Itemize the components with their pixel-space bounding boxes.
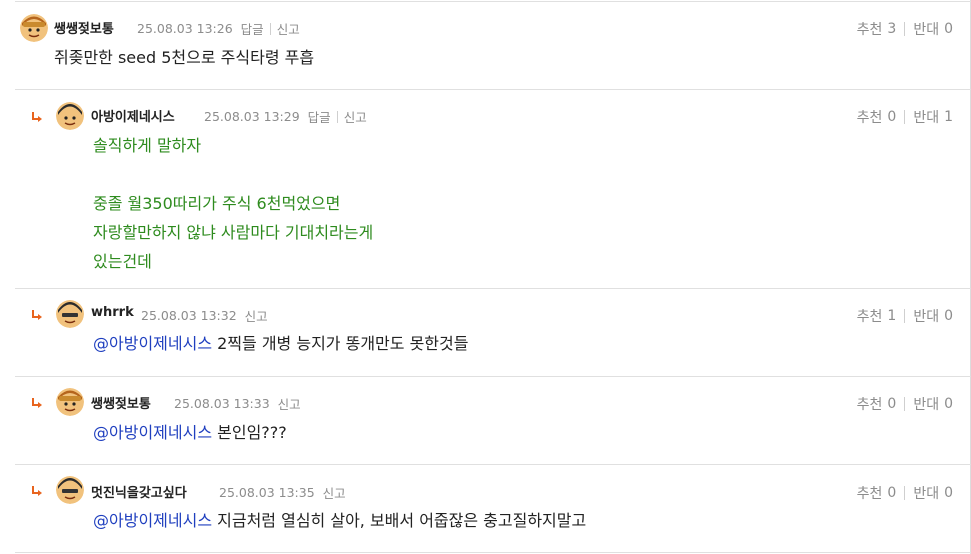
comment-text: @아방이제네시스 본인임???: [93, 418, 287, 447]
comment-date: 25.08.03 13:35: [219, 485, 315, 500]
report-link[interactable]: 신고: [344, 107, 367, 126]
nickname[interactable]: 멋진닉을갖고싶다: [91, 482, 187, 501]
report-link[interactable]: 신고: [278, 394, 301, 413]
upvote-button[interactable]: 추천: [857, 107, 883, 127]
upvote-button[interactable]: 추천: [857, 19, 883, 39]
downvote-button[interactable]: 반대: [913, 107, 939, 127]
divider: [15, 464, 971, 465]
mention-link[interactable]: @아방이제네시스: [93, 423, 212, 442]
upvote-count: 0: [887, 109, 897, 125]
downvote-button[interactable]: 반대: [913, 306, 939, 326]
downvote-count: 0: [944, 21, 953, 37]
vote-box: 추천 0 반대 0: [857, 483, 953, 503]
nickname[interactable]: 쌩쌩젖보통: [91, 393, 151, 412]
comment-text: 솔직하게 말하자 중졸 월350따리가 주식 6천먹었으면 자랑할만하지 않냐 …: [93, 131, 373, 276]
divider: [15, 552, 971, 553]
reply-arrow-icon: [32, 398, 42, 408]
vote-box: 추천 3 반대 0: [857, 19, 953, 39]
upvote-count: 3: [887, 21, 897, 37]
text-line: 자랑할만하지 않냐 사람마다 기대치라는게: [93, 223, 374, 242]
comment-body: 2찍들 개병 능지가 똥개만도 못한것들: [212, 334, 469, 353]
comment-date: 25.08.03 13:29: [204, 109, 300, 124]
separator: [336, 110, 338, 123]
mention-link[interactable]: @아방이제네시스: [93, 334, 212, 353]
report-link[interactable]: 신고: [277, 19, 300, 38]
comment-date: 25.08.03 13:26: [137, 21, 233, 36]
comment-meta: 25.08.03 13:35 신고: [219, 483, 346, 502]
nickname[interactable]: 쌩쌩젖보통: [54, 18, 114, 37]
text-line: 중졸 월350따리가 주식 6천먹었으면: [93, 194, 341, 213]
avatar-icon[interactable]: [56, 388, 84, 416]
downvote-button[interactable]: 반대: [913, 483, 939, 503]
divider: [15, 1, 971, 2]
downvote-button[interactable]: 반대: [913, 394, 939, 414]
reply-arrow-icon: [32, 112, 42, 122]
comment-meta: 25.08.03 13:32 신고: [141, 306, 268, 325]
text-line: 솔직하게 말하자: [93, 136, 202, 155]
report-link[interactable]: 신고: [323, 483, 346, 502]
avatar-icon[interactable]: [56, 300, 84, 328]
comment-meta: 25.08.03 13:26 답글 신고: [137, 19, 300, 38]
reply-arrow-icon: [32, 486, 42, 496]
separator: [904, 110, 906, 124]
upvote-count: 1: [887, 308, 897, 324]
comment-body: 지금처럼 열심히 살아, 보배서 어줍잖은 충고질하지말고: [212, 511, 587, 530]
avatar-icon[interactable]: [20, 14, 48, 42]
vote-box: 추천 0 반대 0: [857, 394, 953, 414]
separator: [904, 397, 906, 411]
divider: [15, 288, 971, 289]
vote-box: 추천 1 반대 0: [857, 306, 953, 326]
downvote-count: 1: [944, 109, 953, 125]
downvote-count: 0: [944, 308, 953, 324]
nickname[interactable]: whrrk: [91, 305, 134, 320]
comment-meta: 25.08.03 13:33 신고: [174, 394, 301, 413]
comment-body: 본인임???: [212, 423, 287, 442]
comment-text: 쥐좆만한 seed 5천으로 주식타령 푸흡: [54, 48, 315, 67]
upvote-button[interactable]: 추천: [857, 483, 883, 503]
comment-list: 쌩쌩젖보통 25.08.03 13:26 답글 신고 추천 3 반대 0 쥐좆만…: [0, 0, 971, 554]
text-line: 있는건데: [93, 252, 152, 271]
downvote-count: 0: [944, 396, 953, 412]
downvote-button[interactable]: 반대: [913, 19, 939, 39]
reply-link[interactable]: 답글: [241, 19, 264, 38]
nickname[interactable]: 아방이제네시스: [91, 106, 175, 125]
upvote-count: 0: [887, 396, 897, 412]
upvote-button[interactable]: 추천: [857, 306, 883, 326]
comment-date: 25.08.03 13:32: [141, 308, 237, 323]
separator: [904, 309, 906, 323]
vote-box: 추천 0 반대 1: [857, 107, 953, 127]
comment-date: 25.08.03 13:33: [174, 396, 270, 411]
text-line: [93, 160, 373, 189]
comment-meta: 25.08.03 13:29 답글 신고: [204, 107, 367, 126]
upvote-count: 0: [887, 485, 897, 501]
separator: [904, 22, 906, 36]
comment-text: @아방이제네시스 2찍들 개병 능지가 똥개만도 못한것들: [93, 329, 468, 358]
avatar-icon[interactable]: [56, 476, 84, 504]
upvote-button[interactable]: 추천: [857, 394, 883, 414]
mention-link[interactable]: @아방이제네시스: [93, 511, 212, 530]
separator: [269, 22, 271, 35]
divider: [15, 89, 971, 90]
avatar-icon[interactable]: [56, 102, 84, 130]
divider: [15, 376, 971, 377]
report-link[interactable]: 신고: [245, 306, 268, 325]
reply-arrow-icon: [32, 310, 42, 320]
reply-link[interactable]: 답글: [308, 107, 331, 126]
separator: [904, 486, 906, 500]
comment-text: @아방이제네시스 지금처럼 열심히 살아, 보배서 어줍잖은 충고질하지말고: [93, 506, 586, 535]
downvote-count: 0: [944, 485, 953, 501]
